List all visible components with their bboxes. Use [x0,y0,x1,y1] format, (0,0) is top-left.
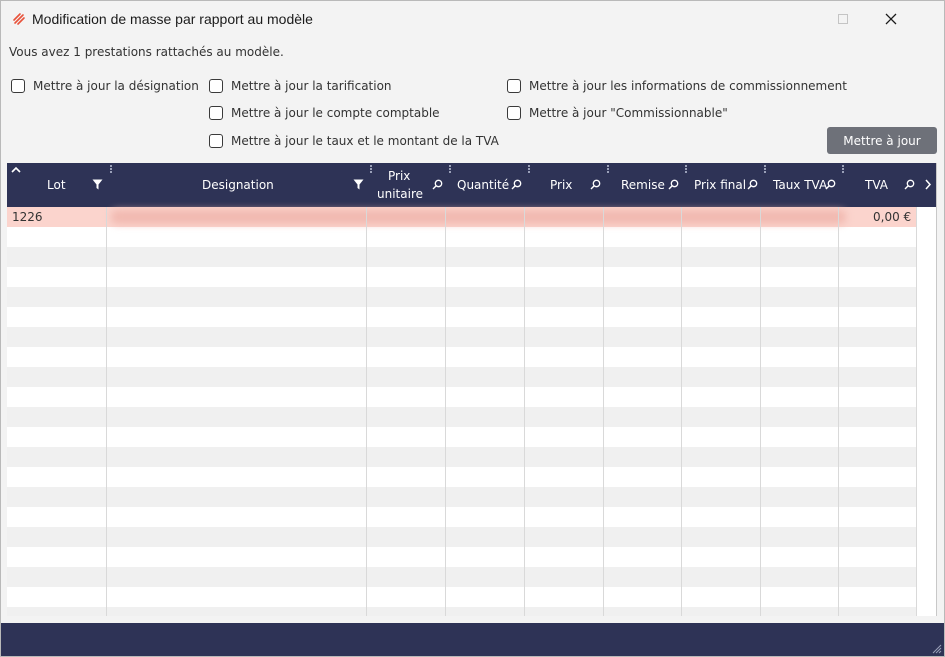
column-header-prix-final[interactable]: Prix final [681,163,760,207]
option-tva[interactable]: Mettre à jour le taux et le montant de l… [209,134,499,148]
option-label: Mettre à jour le compte comptable [231,106,440,120]
title-bar: Modification de masse par rapport au mod… [1,1,944,37]
column-divider [445,207,446,616]
table-row[interactable] [7,607,916,616]
dialog-window: Modification de masse par rapport au mod… [0,0,945,657]
column-divider [916,207,917,616]
column-divider [681,207,682,616]
table-row[interactable] [7,367,916,387]
table-row[interactable] [7,287,916,307]
checkbox[interactable] [209,106,223,120]
option-label: Mettre à jour le taux et le montant de l… [231,134,499,148]
column-header-lot[interactable]: Lot [7,163,106,207]
update-button[interactable]: Mettre à jour [827,127,937,154]
info-text: Vous avez 1 prestations rattachés au mod… [9,45,284,59]
column-divider [603,207,604,616]
column-divider [760,207,761,616]
cell-lot: 1226 [12,210,43,224]
table-row[interactable] [7,267,916,287]
search-icon[interactable] [825,179,836,190]
table-row[interactable] [7,427,916,447]
column-header-taux-tva[interactable]: Taux TVA [760,163,838,207]
table-row[interactable] [7,247,916,267]
close-icon [885,13,897,25]
app-logo-icon [13,13,25,25]
table-row[interactable] [7,467,916,487]
table-row[interactable] [7,227,916,247]
search-icon[interactable] [590,179,601,190]
option-label: Mettre à jour "Commissionnable" [529,106,728,120]
checkbox[interactable] [507,79,521,93]
column-label-line2: unitaire [377,187,423,201]
checkbox[interactable] [209,134,223,148]
column-header-tva[interactable]: TVA [838,163,936,207]
chevron-right-icon[interactable] [924,179,932,190]
column-divider [366,207,367,616]
option-label: Mettre à jour les informations de commis… [529,79,847,93]
column-label-line1: Prix [388,169,411,183]
option-commissionnement[interactable]: Mettre à jour les informations de commis… [507,79,847,93]
grid-header: Lot Designation Prix unitaire Quantité P… [7,163,936,207]
column-label: Designation [202,178,274,192]
table-row[interactable] [7,407,916,427]
column-label: Prix [550,178,573,192]
maximize-icon [838,14,848,24]
column-divider [838,207,839,616]
filter-icon[interactable] [353,179,364,190]
column-label: TVA [865,178,888,192]
column-header-remise[interactable]: Remise [603,163,681,207]
close-button[interactable] [867,1,915,37]
column-header-prix[interactable]: Prix [524,163,603,207]
search-icon[interactable] [511,179,522,190]
option-label: Mettre à jour la tarification [231,79,392,93]
search-icon[interactable] [904,179,915,190]
search-icon[interactable] [747,179,758,190]
column-header-quantite[interactable]: Quantité [445,163,524,207]
column-label: Remise [621,178,665,192]
column-divider [106,207,107,616]
table-row[interactable] [7,587,916,607]
column-divider [524,207,525,616]
cell-tva: 0,00 € [873,210,912,224]
footer-bar [1,623,944,656]
table-row[interactable] [7,387,916,407]
grid-body: 1226 0,00 € [7,207,916,616]
column-label: Prix final [694,178,747,192]
column-header-designation[interactable]: Designation [106,163,366,207]
option-commissionnable[interactable]: Mettre à jour "Commissionnable" [507,106,728,120]
option-label: Mettre à jour la désignation [33,79,199,93]
table-row-selected[interactable]: 1226 0,00 € [7,207,916,227]
table-row[interactable] [7,507,916,527]
option-designation[interactable]: Mettre à jour la désignation [11,79,199,93]
table-row[interactable] [7,567,916,587]
checkbox[interactable] [11,79,25,93]
checkbox[interactable] [209,79,223,93]
option-tarification[interactable]: Mettre à jour la tarification [209,79,392,93]
column-label: Lot [47,178,66,192]
window-title: Modification de masse par rapport au mod… [32,11,313,27]
filter-icon[interactable] [92,179,103,190]
minimize-icon [790,18,800,20]
search-icon[interactable] [432,179,443,190]
table-row[interactable] [7,307,916,327]
column-header-prix-unitaire[interactable]: Prix unitaire [366,163,445,207]
option-compte-comptable[interactable]: Mettre à jour le compte comptable [209,106,440,120]
column-label: Taux TVA [773,178,828,192]
redacted-cells [111,210,846,224]
data-grid: Lot Designation Prix unitaire Quantité P… [7,163,937,616]
minimize-button[interactable] [771,1,819,37]
column-label: Quantité [457,178,510,192]
checkbox[interactable] [507,106,521,120]
maximize-button[interactable] [819,1,867,37]
resize-grip-icon[interactable] [932,644,942,654]
table-row[interactable] [7,327,916,347]
table-row[interactable] [7,547,916,567]
search-icon[interactable] [668,179,679,190]
table-row[interactable] [7,347,916,367]
table-row[interactable] [7,527,916,547]
table-row[interactable] [7,447,916,467]
table-row[interactable] [7,487,916,507]
